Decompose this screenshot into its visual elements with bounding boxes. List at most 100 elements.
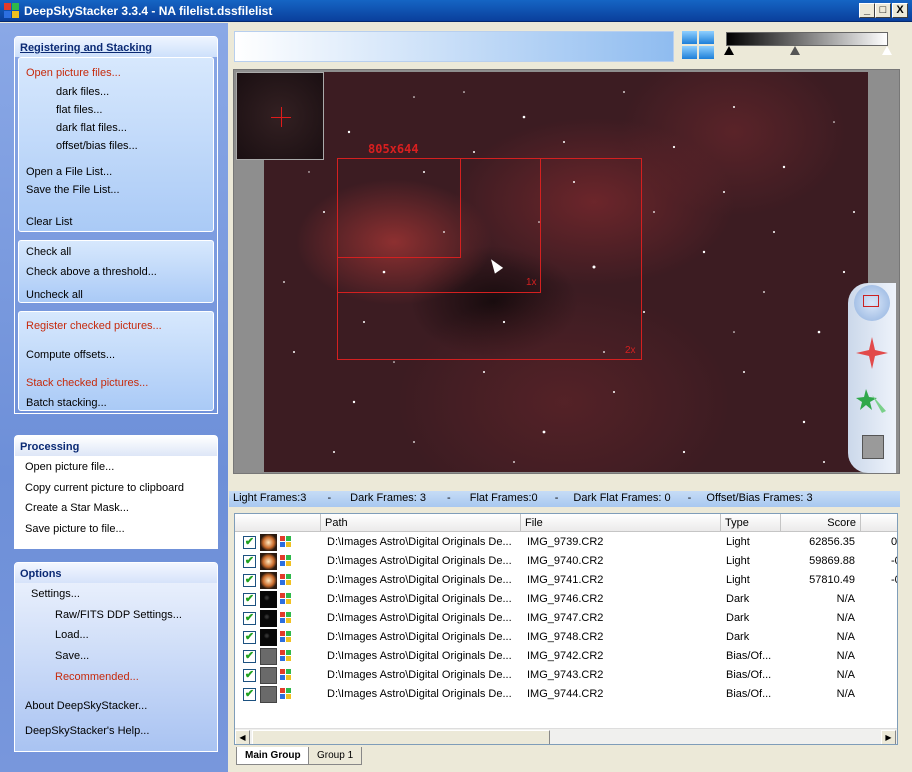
open-picture-file-link[interactable]: Open picture file...: [25, 461, 114, 473]
column-header-file[interactable]: File: [521, 514, 721, 532]
help-link[interactable]: DeepSkyStacker's Help...: [25, 725, 149, 737]
color-channels-icon: [280, 593, 292, 605]
table-row[interactable]: ✔ D:\Images Astro\Digital Originals De...…: [235, 628, 897, 647]
raw-fits-settings-link[interactable]: Raw/FITS DDP Settings...: [55, 609, 182, 621]
column-header-check[interactable]: [235, 514, 321, 532]
open-file-list-link[interactable]: Open a File List...: [26, 166, 112, 178]
file-list-table[interactable]: Path File Type Score ✔ D:\Images Astro\Di…: [234, 513, 898, 745]
recommended-link[interactable]: Recommended...: [55, 671, 139, 683]
score-cell: N/A: [836, 650, 855, 662]
row-checkbox[interactable]: ✔: [243, 669, 256, 682]
batch-stacking-link[interactable]: Batch stacking...: [26, 397, 107, 409]
table-row[interactable]: ✔ D:\Images Astro\Digital Originals De...…: [235, 685, 897, 704]
row-checkbox[interactable]: ✔: [243, 593, 256, 606]
tab-main-group[interactable]: Main Group: [236, 747, 310, 765]
open-picture-files-link[interactable]: Open picture files...: [26, 67, 121, 79]
row-checkbox[interactable]: ✔: [243, 650, 256, 663]
file-cell: IMG_9739.CR2: [527, 536, 604, 548]
load-link[interactable]: Load...: [55, 629, 89, 641]
star-edit-tool-icon[interactable]: [854, 335, 890, 371]
processing-body: Open picture file... Copy current pictur…: [15, 456, 217, 548]
type-cell: Light: [726, 555, 750, 567]
dark-flat-frames-count: Dark Flat Frames: 0: [573, 492, 671, 504]
color-channels-icon: [280, 574, 292, 586]
close-button[interactable]: X: [892, 3, 908, 18]
nebula-image[interactable]: 805x644 1x 2x: [264, 72, 868, 472]
table-row[interactable]: ✔ D:\Images Astro\Digital Originals De...…: [235, 571, 897, 590]
table-row[interactable]: ✔ D:\Images Astro\Digital Originals De...…: [235, 666, 897, 685]
comet-tool-icon[interactable]: [854, 381, 890, 417]
open-group: Open picture files... dark files... flat…: [18, 57, 214, 232]
tab-group-1[interactable]: Group 1: [308, 747, 363, 765]
extra-cell: -0: [891, 574, 897, 586]
column-header-path[interactable]: Path: [321, 514, 521, 532]
column-header-extra[interactable]: [861, 514, 897, 532]
row-checkbox[interactable]: ✔: [243, 612, 256, 625]
about-link[interactable]: About DeepSkyStacker...: [25, 700, 147, 712]
black-point-handle[interactable]: [724, 46, 734, 55]
dark-frames-count: Dark Frames: 3: [350, 492, 426, 504]
path-cell: D:\Images Astro\Digital Originals De...: [327, 688, 512, 700]
flat-files-link[interactable]: flat files...: [56, 104, 102, 116]
file-cell: IMG_9740.CR2: [527, 555, 604, 567]
crop-rectangle-inner[interactable]: [337, 158, 461, 258]
row-checkbox[interactable]: ✔: [243, 555, 256, 568]
offset-bias-files-link[interactable]: offset/bias files...: [56, 140, 138, 152]
midtone-handle[interactable]: [790, 46, 800, 55]
frame-thumbnail-icon: [260, 572, 277, 589]
path-cell: D:\Images Astro\Digital Originals De...: [327, 536, 512, 548]
title-bar: DeepSkyStacker 3.3.4 - NA filelist.dssfi…: [0, 0, 912, 22]
table-row[interactable]: ✔ D:\Images Astro\Digital Originals De...…: [235, 647, 897, 666]
file-cell: IMG_9741.CR2: [527, 574, 604, 586]
clear-list-link[interactable]: Clear List: [26, 216, 72, 228]
white-point-handle[interactable]: [882, 46, 892, 55]
frame-thumbnail-icon: [260, 686, 277, 703]
row-checkbox[interactable]: ✔: [243, 574, 256, 587]
light-frames-count: Light Frames:3: [233, 492, 307, 504]
frame-thumbnail-icon: [260, 553, 277, 570]
group-tabs: Main Group Group 1: [234, 746, 534, 766]
levels-slider[interactable]: [724, 30, 892, 62]
maximize-button[interactable]: □: [875, 3, 891, 18]
copy-clipboard-link[interactable]: Copy current picture to clipboard: [25, 482, 184, 494]
scroll-thumb[interactable]: [252, 730, 550, 744]
dark-flat-files-link[interactable]: dark flat files...: [56, 122, 127, 134]
compute-offsets-link[interactable]: Compute offsets...: [26, 349, 115, 361]
layout-icon[interactable]: [682, 31, 716, 61]
settings-link[interactable]: Settings...: [31, 588, 80, 600]
stack-checked-link[interactable]: Stack checked pictures...: [26, 377, 148, 389]
table-row[interactable]: ✔ D:\Images Astro\Digital Originals De...…: [235, 552, 897, 571]
column-header-score[interactable]: Score: [781, 514, 861, 532]
check-above-threshold-link[interactable]: Check above a threshold...: [26, 266, 157, 278]
minimize-button[interactable]: _: [859, 3, 875, 18]
column-header-type[interactable]: Type: [721, 514, 781, 532]
scroll-right-icon[interactable]: ▶: [881, 730, 896, 744]
save-settings-link[interactable]: Save...: [55, 650, 89, 662]
register-checked-link[interactable]: Register checked pictures...: [26, 320, 162, 332]
row-checkbox[interactable]: ✔: [243, 688, 256, 701]
dark-files-link[interactable]: dark files...: [56, 86, 109, 98]
select-rectangle-tool-icon[interactable]: [854, 285, 890, 321]
check-all-link[interactable]: Check all: [26, 246, 71, 258]
table-row[interactable]: ✔ D:\Images Astro\Digital Originals De...…: [235, 533, 897, 552]
scroll-left-icon[interactable]: ◀: [235, 730, 250, 744]
row-checkbox[interactable]: ✔: [243, 631, 256, 644]
file-cell: IMG_9747.CR2: [527, 612, 604, 624]
table-row[interactable]: ✔ D:\Images Astro\Digital Originals De...…: [235, 590, 897, 609]
horizontal-scrollbar[interactable]: ◀ ▶: [235, 728, 897, 744]
score-cell: 62856.35: [809, 536, 855, 548]
file-cell: IMG_9744.CR2: [527, 688, 604, 700]
save-picture-link[interactable]: Save picture to file...: [25, 523, 125, 535]
color-channels-icon: [280, 536, 292, 548]
score-cell: N/A: [836, 593, 855, 605]
create-star-mask-link[interactable]: Create a Star Mask...: [25, 502, 129, 514]
type-cell: Dark: [726, 593, 750, 605]
levels-gradient: [726, 32, 888, 46]
image-viewer[interactable]: 805x644 1x 2x: [233, 69, 900, 474]
app-icon: [4, 3, 20, 19]
row-checkbox[interactable]: ✔: [243, 536, 256, 549]
save-file-list-link[interactable]: Save the File List...: [26, 184, 120, 196]
save-image-tool-icon[interactable]: [854, 429, 890, 465]
table-row[interactable]: ✔ D:\Images Astro\Digital Originals De...…: [235, 609, 897, 628]
uncheck-all-link[interactable]: Uncheck all: [26, 289, 83, 301]
